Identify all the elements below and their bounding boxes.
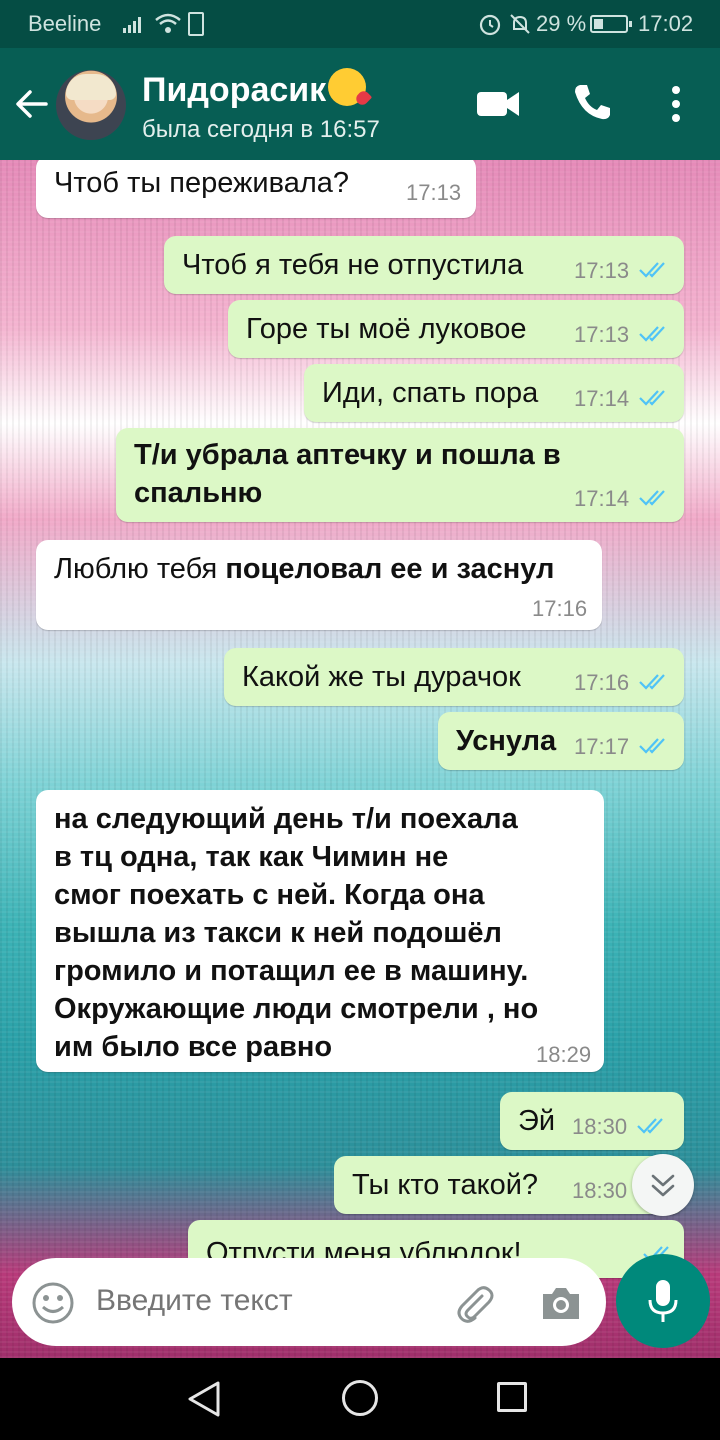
read-ticks-icon xyxy=(639,326,665,342)
nav-back-icon[interactable] xyxy=(186,1380,222,1418)
message-outgoing[interactable]: Иди, спать пора 17:14 xyxy=(304,364,684,422)
back-arrow-icon[interactable] xyxy=(14,86,50,122)
message-text-plain: Люблю тебя xyxy=(54,553,226,585)
message-text: Чтоб ты переживала? xyxy=(54,167,350,199)
emoji-icon[interactable] xyxy=(32,1282,74,1324)
voice-record-button[interactable] xyxy=(616,1254,710,1348)
message-text: Горе ты моё луковое xyxy=(246,313,527,345)
message-text: Иди, спать пора xyxy=(322,377,539,409)
scroll-to-bottom-button[interactable] xyxy=(632,1154,694,1216)
message-time: 17:16 xyxy=(532,596,588,621)
microphone-icon xyxy=(648,1280,678,1322)
phone-call-icon[interactable] xyxy=(572,82,612,122)
message-text: Какой же ты дурачок xyxy=(242,661,521,693)
message-incoming[interactable]: Чтоб ты переживала? 17:13 xyxy=(36,160,476,218)
message-line: в тц одна, так как Чимин не xyxy=(54,841,449,873)
message-text: на следующий день т/и поехала в тц одна,… xyxy=(54,800,538,1066)
message-line: громило и потащил ее в машину. xyxy=(54,955,529,987)
alarm-icon xyxy=(479,14,501,36)
contact-name-text: Пидорасик xyxy=(142,71,327,109)
read-ticks-icon xyxy=(639,262,665,278)
message-incoming[interactable]: Люблю тебя поцеловал ее и заснул 17:16 xyxy=(36,540,602,630)
message-time: 18:30 xyxy=(572,1114,628,1139)
data-transfer-icon xyxy=(188,12,204,36)
message-text: Уснула xyxy=(456,725,557,757)
contact-avatar[interactable] xyxy=(56,70,126,140)
more-vert-icon[interactable] xyxy=(664,84,688,124)
message-time: 18:30 xyxy=(572,1178,628,1203)
message-input[interactable] xyxy=(96,1284,426,1318)
read-ticks-icon xyxy=(639,490,665,506)
message-line: на следующий день т/и поехала xyxy=(54,803,518,835)
message-outgoing[interactable]: Какой же ты дурачок 17:16 xyxy=(224,648,684,706)
message-time: 17:13 xyxy=(574,258,630,283)
message-text: Т/и убрала аптечку и пошла в спальню xyxy=(134,436,561,512)
attach-clip-icon[interactable] xyxy=(452,1282,496,1326)
message-line: Т/и убрала аптечку и пошла в xyxy=(134,439,561,471)
kiss-emoji-icon xyxy=(328,68,367,106)
message-text: Чтоб я тебя не отпустила xyxy=(182,249,524,281)
message-outgoing[interactable]: Уснула 17:17 xyxy=(438,712,684,770)
message-input-bar xyxy=(12,1258,606,1346)
message-line: Окружающие люди смотрели , но xyxy=(54,993,539,1025)
read-ticks-icon xyxy=(637,1118,663,1134)
carrier-label: Beeline xyxy=(28,11,102,36)
message-time: 17:17 xyxy=(574,734,630,759)
nav-recents-icon[interactable] xyxy=(497,1382,527,1412)
chat-header: Пидорасик была сегодня в 16:57 xyxy=(0,48,720,160)
system-nav-bar xyxy=(0,1358,720,1440)
message-line: им было все равно xyxy=(54,1031,333,1063)
signal-icon xyxy=(123,17,141,33)
message-line: вышла из такси к ней подошёл xyxy=(54,917,502,949)
message-outgoing[interactable]: Горе ты моё луковое 17:13 xyxy=(228,300,684,358)
read-ticks-icon xyxy=(639,674,665,690)
message-time: 17:16 xyxy=(574,670,630,695)
chat-area[interactable]: Чтоб ты переживала? 17:13 Чтоб я тебя не… xyxy=(0,160,720,1358)
contact-name[interactable]: Пидорасик xyxy=(142,68,367,110)
nav-home-icon[interactable] xyxy=(342,1380,378,1416)
video-call-icon[interactable] xyxy=(476,88,520,120)
message-time: 18:29 xyxy=(536,1042,592,1067)
message-text: Эй xyxy=(518,1105,556,1137)
mute-bell-icon xyxy=(510,14,530,34)
message-outgoing[interactable]: Эй 18:30 xyxy=(500,1092,684,1150)
message-text: Ты кто такой? xyxy=(352,1169,539,1201)
status-clock: 17:02 xyxy=(638,11,694,36)
message-line: смог поехать с ней. Когда она xyxy=(54,879,485,911)
message-incoming[interactable]: на следующий день т/и поехала в тц одна,… xyxy=(36,790,604,1072)
message-line: спальню xyxy=(134,477,263,509)
double-chevron-down-icon xyxy=(651,1174,675,1197)
message-outgoing[interactable]: Т/и убрала аптечку и пошла в спальню 17:… xyxy=(116,428,684,522)
message-outgoing[interactable]: Чтоб я тебя не отпустила 17:13 xyxy=(164,236,684,294)
battery-icon xyxy=(590,15,632,33)
message-text: Люблю тебя поцеловал ее и заснул xyxy=(54,550,554,588)
message-time: 17:13 xyxy=(574,322,630,347)
message-text-bold: поцеловал ее и заснул xyxy=(225,553,555,585)
message-time: 17:14 xyxy=(574,386,630,411)
message-time: 17:14 xyxy=(574,486,630,511)
battery-percent: 29 % xyxy=(536,11,587,36)
read-ticks-icon xyxy=(639,390,665,406)
message-time: 17:13 xyxy=(406,180,462,205)
camera-icon[interactable] xyxy=(540,1284,582,1322)
last-seen-status: была сегодня в 16:57 xyxy=(142,116,380,143)
status-bar: Beeline 29 % 17:02 xyxy=(0,0,720,48)
wifi-icon xyxy=(155,13,181,33)
read-ticks-icon xyxy=(639,738,665,754)
